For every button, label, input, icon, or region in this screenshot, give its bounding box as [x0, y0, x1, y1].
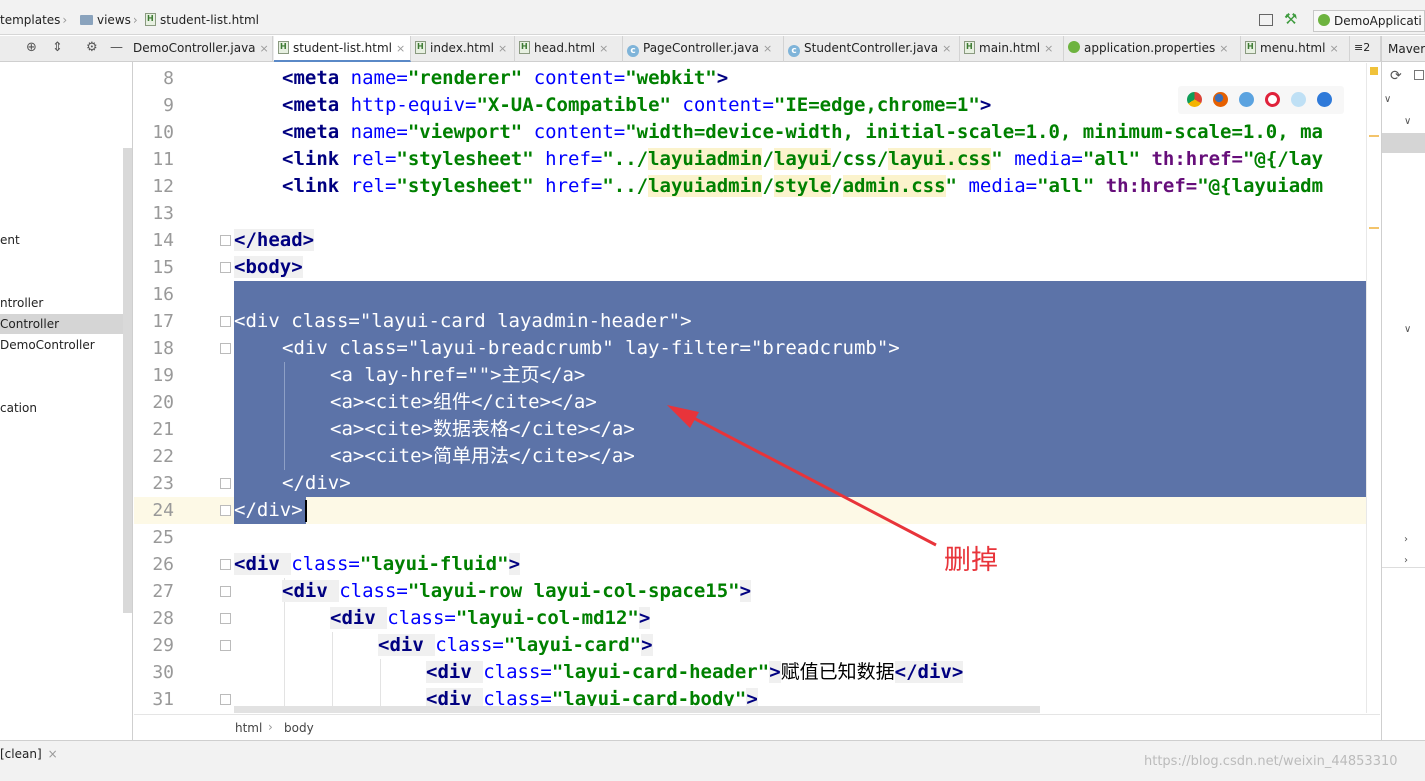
arrow-line	[683, 411, 937, 547]
arrow-head	[667, 405, 699, 428]
annotation-text: 删掉	[944, 545, 998, 576]
annotation-arrow	[667, 405, 937, 547]
